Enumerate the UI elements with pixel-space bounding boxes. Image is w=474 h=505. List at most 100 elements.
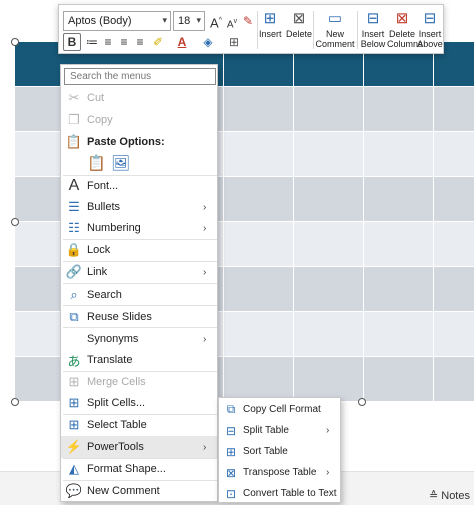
- menu-item-font[interactable]: A Font...: [61, 175, 217, 197]
- font-icon: A: [68, 177, 80, 194]
- menu-item-bullets[interactable]: ☰ Bullets ›: [61, 196, 217, 218]
- borders-button[interactable]: ⊞: [225, 33, 243, 51]
- insert-above-button[interactable]: ⊟ Insert Above: [417, 9, 443, 49]
- shrink-font-icon: A: [226, 19, 234, 31]
- translate-icon: あ: [67, 353, 81, 369]
- menu-item-split-cells[interactable]: ⊞ Split Cells...: [61, 392, 217, 414]
- chevron-right-icon: ›: [203, 222, 207, 234]
- menu-item-search[interactable]: ⌕ Search: [61, 284, 217, 306]
- align-right-icon: ≡: [136, 35, 144, 49]
- resize-handle-bottom-left[interactable]: [11, 398, 19, 406]
- paste-options-group: 📋 🖼: [87, 155, 130, 173]
- highlighter-icon: ✐: [152, 35, 164, 49]
- new-comment-label: New Comment: [315, 29, 355, 49]
- split-table-icon: ⊟: [225, 423, 237, 438]
- submenu-item-transpose-table[interactable]: ⊠ Transpose Table ›: [219, 462, 340, 483]
- menu-item-label: Link: [87, 266, 108, 278]
- insert-label: Insert: [259, 29, 282, 39]
- chevron-right-icon: ›: [203, 441, 207, 453]
- font-name-select[interactable]: Aptos (Body) ▾: [63, 11, 171, 31]
- submenu-item-label: Split Table: [243, 425, 289, 436]
- menu-item-label: Search: [87, 289, 122, 301]
- resize-handle-bottom-middle[interactable]: [358, 398, 366, 406]
- shape-fill-button[interactable]: ◈: [199, 33, 217, 51]
- notes-label: Notes: [441, 489, 470, 502]
- highlight-color-button[interactable]: ✐: [149, 33, 167, 51]
- bullets-icon: ☰: [68, 199, 80, 214]
- align-center-icon: ≡: [120, 35, 128, 49]
- menu-item-merge-cells[interactable]: ⊞ Merge Cells: [61, 371, 217, 393]
- menu-item-cut[interactable]: ✂ Cut: [61, 87, 217, 109]
- insert-below-button[interactable]: ⊟ Insert Below: [359, 9, 387, 49]
- menu-item-reuse-slides[interactable]: ⧉ Reuse Slides: [61, 306, 217, 328]
- menu-item-link[interactable]: 🔗 Link ›: [61, 261, 217, 283]
- resize-handle-middle-left[interactable]: [11, 218, 19, 226]
- toolbar-separator: [257, 11, 258, 49]
- search-menus-input[interactable]: Search the menus: [64, 68, 216, 85]
- scissors-icon: ✂: [68, 90, 80, 105]
- font-color-button[interactable]: A: [173, 33, 191, 51]
- paste-picture-icon[interactable]: 🖼: [111, 155, 130, 173]
- align-right-button[interactable]: ≡: [131, 33, 149, 51]
- notes-button[interactable]: ≙ Notes: [429, 489, 470, 503]
- menu-item-label: PowerTools: [87, 441, 144, 453]
- convert-to-text-icon: ⊡: [225, 486, 237, 501]
- chevron-right-icon: ›: [326, 425, 330, 436]
- bold-button[interactable]: B: [63, 33, 81, 51]
- grow-font-icon: A: [210, 15, 219, 31]
- delete-columns-label: Delete Columns: [387, 29, 423, 49]
- search-menus-placeholder: Search the menus: [70, 71, 152, 82]
- paint-bucket-icon: ◈: [203, 35, 213, 49]
- menu-item-select-table[interactable]: ⊞ Select Table: [61, 414, 217, 436]
- borders-icon: ⊞: [228, 35, 240, 49]
- table-column-divider: [293, 42, 294, 402]
- submenu-item-convert-table-to-text[interactable]: ⊡ Convert Table to Text: [219, 483, 340, 504]
- submenu-item-split-table[interactable]: ⊟ Split Table ›: [219, 420, 340, 441]
- menu-item-copy[interactable]: ❐ Copy: [61, 109, 217, 131]
- font-size-value: 18: [178, 15, 191, 27]
- align-left-icon: ≡: [104, 35, 112, 49]
- menu-item-label: Cut: [87, 92, 105, 104]
- sort-table-icon: ⊞: [225, 444, 237, 459]
- powertools-icon: ⚡: [65, 439, 83, 454]
- comment-icon: ▭: [327, 10, 343, 27]
- delete-columns-button[interactable]: ⊠ Delete Columns: [387, 9, 423, 49]
- submenu-item-sort-table[interactable]: ⊞ Sort Table: [219, 441, 340, 462]
- reuse-slides-icon: ⧉: [69, 309, 79, 324]
- menu-item-lock[interactable]: 🔒 Lock: [61, 239, 217, 261]
- menu-item-synonyms[interactable]: Synonyms ›: [61, 328, 217, 350]
- search-icon: ⌕: [70, 287, 78, 302]
- menu-item-powertools[interactable]: ⚡ PowerTools ›: [61, 436, 217, 458]
- powertools-submenu: ⧉ Copy Cell Format ⊟ Split Table › ⊞ Sor…: [218, 397, 341, 503]
- delete-button[interactable]: ⊠ Delete: [285, 9, 313, 39]
- delete-columns-icon: ⊠: [395, 10, 409, 27]
- resize-handle-top-left[interactable]: [11, 38, 19, 46]
- copy-icon: ❐: [68, 112, 80, 127]
- clear-formatting-button[interactable]: ✎: [239, 12, 257, 30]
- link-icon: 🔗: [65, 264, 83, 279]
- chevron-right-icon: ›: [326, 467, 330, 478]
- submenu-item-label: Sort Table: [243, 446, 288, 457]
- bold-icon: B: [67, 35, 77, 49]
- format-shape-icon: ◭: [69, 461, 79, 476]
- paste-keep-formatting-icon[interactable]: 📋: [87, 155, 106, 173]
- menu-item-paste-options: 📋 Paste Options:: [61, 131, 217, 153]
- menu-item-label: Synonyms: [87, 333, 139, 345]
- menu-item-label: Translate: [87, 354, 133, 366]
- font-size-select[interactable]: 18 ▾: [173, 11, 205, 31]
- menu-item-new-comment[interactable]: 💬 New Comment: [61, 480, 217, 502]
- menu-item-label: Numbering: [87, 222, 141, 234]
- insert-button[interactable]: ⊞ Insert: [259, 9, 282, 39]
- menu-item-label: Bullets: [87, 201, 121, 213]
- menu-item-label: Font...: [87, 180, 119, 192]
- chevron-right-icon: ›: [203, 266, 207, 278]
- insert-below-label: Insert Below: [360, 29, 386, 49]
- menu-item-translate[interactable]: あ Translate: [61, 349, 217, 371]
- new-comment-button[interactable]: ▭ New Comment: [315, 9, 355, 49]
- insert-above-icon: ⊟: [423, 10, 437, 27]
- menu-item-format-shape[interactable]: ◭ Format Shape...: [61, 458, 217, 480]
- table-delete-icon: ⊠: [292, 10, 306, 27]
- submenu-item-copy-cell-format[interactable]: ⧉ Copy Cell Format: [219, 399, 340, 420]
- menu-item-label: New Comment: [87, 485, 160, 497]
- menu-item-numbering[interactable]: ☷ Numbering ›: [61, 217, 217, 239]
